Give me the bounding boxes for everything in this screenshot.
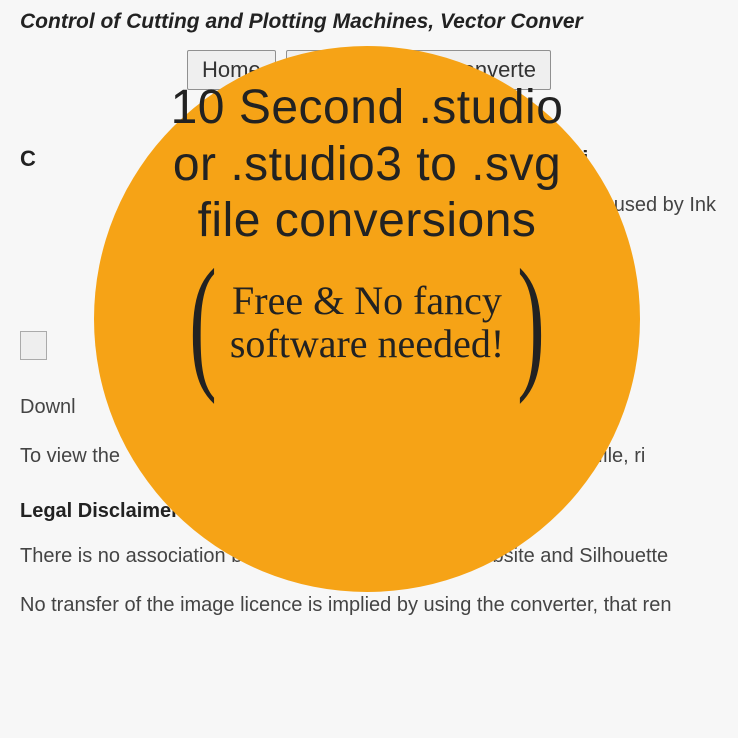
badge-sub-line-2: software needed! — [230, 322, 504, 365]
badge-sub-text: Free & No fancy software needed! — [228, 279, 506, 365]
badge-main-text: 10 Second .studio or .studio3 to .svg fi… — [135, 80, 600, 250]
site-header-title: Control of Cutting and Plotting Machines… — [0, 0, 738, 46]
badge-subtext-group: ( Free & No fancy software needed! ) — [178, 262, 556, 382]
download-fragment: Downl — [20, 396, 76, 418]
choose-file-button[interactable] — [20, 331, 47, 360]
view-left-fragment: To view the — [20, 445, 120, 467]
legal-paragraph-2: No transfer of the image licence is impl… — [20, 590, 718, 621]
promo-circle-badge: 10 Second .studio or .studio3 to .svg fi… — [94, 46, 640, 592]
badge-line-2: or .studio3 to .svg — [171, 137, 564, 194]
badge-line-1: 10 Second .studio — [171, 80, 564, 137]
badge-line-3: file conversions — [171, 193, 564, 250]
left-paren-icon: ( — [189, 262, 216, 382]
right-paren-icon: ) — [517, 262, 544, 382]
heading-part-left: C — [20, 146, 36, 171]
badge-sub-line-1: Free & No fancy — [230, 279, 504, 322]
